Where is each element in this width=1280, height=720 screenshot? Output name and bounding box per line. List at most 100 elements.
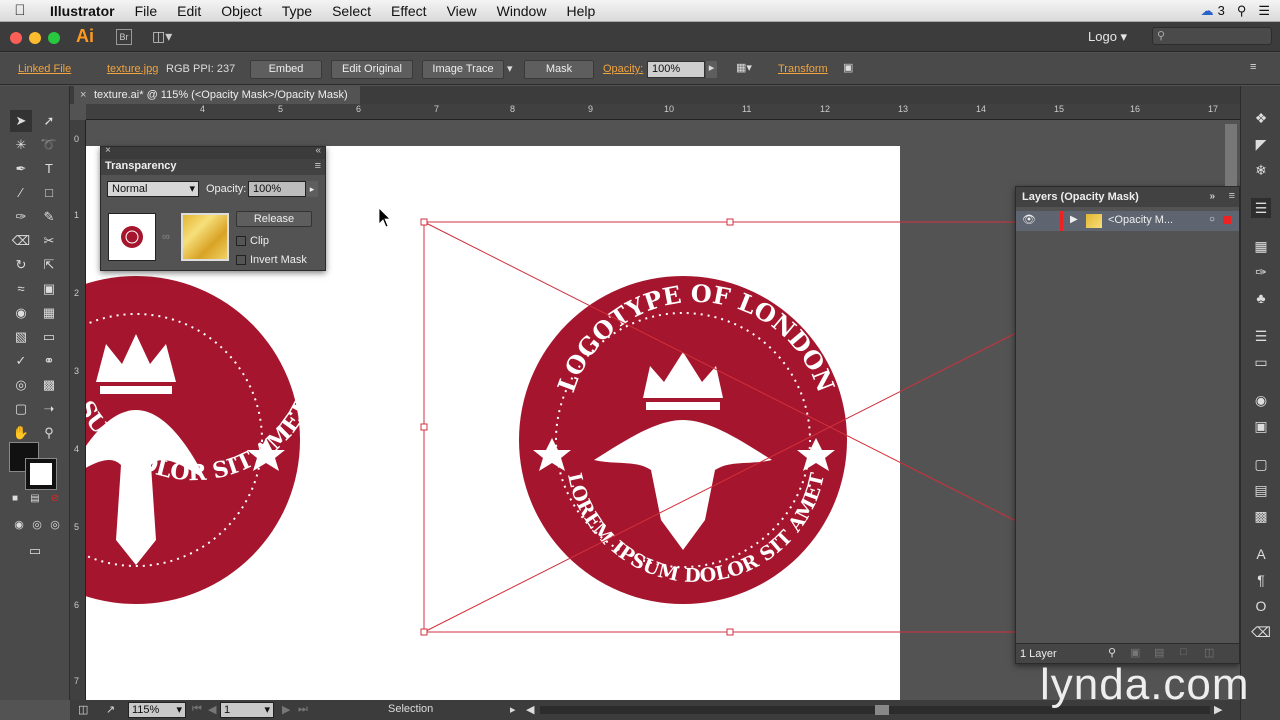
opacity-arrow-icon[interactable]: ▸ (306, 181, 318, 197)
collapse-panel-icon[interactable]: » (1209, 191, 1215, 202)
right-seal[interactable]: LOGOTYPE OF LONDON LOREM IPSUM DOLOR SIT… (519, 276, 847, 604)
menu-window[interactable]: Window (487, 3, 557, 19)
gradient-panel-icon[interactable]: ▭ (1251, 352, 1271, 372)
menu-list-icon[interactable]: ☰ (1258, 3, 1270, 19)
transform-panel-icon[interactable]: ▢ (1251, 454, 1271, 474)
filename-link[interactable]: texture.jpg (107, 63, 158, 75)
target-circle-icon[interactable]: ○ (1209, 214, 1215, 225)
opacity-field[interactable]: 100% (248, 181, 306, 197)
artboards-panel-icon[interactable]: ▦ (1251, 236, 1271, 256)
help-search-input[interactable]: ⚲ (1152, 27, 1272, 45)
close-window-button[interactable] (10, 32, 22, 44)
artwork-thumbnail[interactable] (108, 213, 156, 261)
none-mode-icon[interactable]: ⊘ (44, 488, 66, 510)
glyphs-panel-icon[interactable]: ⌫ (1251, 622, 1271, 642)
pen-tool-icon[interactable]: ✒ (10, 158, 32, 180)
clip-checkbox[interactable] (236, 236, 246, 246)
expand-triangle-icon[interactable]: ▶ (1070, 214, 1078, 225)
rectangle-tool-icon[interactable]: □ (38, 182, 60, 204)
pencil-tool-icon[interactable]: ✎ (38, 206, 60, 228)
minimize-window-button[interactable] (29, 32, 41, 44)
blend-tool-icon[interactable]: ⚭ (38, 350, 60, 372)
menu-effect[interactable]: Effect (381, 3, 437, 19)
close-document-icon[interactable]: × (80, 86, 86, 104)
menu-file[interactable]: File (125, 3, 168, 19)
rotate-tool-icon[interactable]: ↻ (10, 254, 32, 276)
layers-panel-icon[interactable]: ☰ (1251, 198, 1271, 218)
spotlight-search-icon[interactable]: ⚲ (1237, 3, 1247, 19)
pathfinder-panel-icon[interactable]: ▩ (1251, 506, 1271, 526)
layers-panel-header[interactable]: Layers (Opacity Mask) » ≡ (1016, 187, 1239, 207)
document-tab[interactable]: × texture.ai* @ 115% (<Opacity Mask>/Opa… (74, 86, 360, 104)
collapse-panel-icon[interactable]: « (315, 145, 321, 156)
menu-help[interactable]: Help (556, 3, 605, 19)
brushes-panel-icon[interactable]: ✑ (1251, 262, 1271, 282)
workspace-switcher[interactable]: Logo ▾ (1088, 29, 1127, 45)
graphic-styles-icon[interactable]: ▣ (1251, 416, 1271, 436)
delete-layer-icon[interactable]: ◫ (1204, 646, 1214, 659)
creative-cloud-icon[interactable]: ☁ (1201, 3, 1214, 19)
vertical-scroll-thumb[interactable] (1225, 124, 1237, 186)
menu-object[interactable]: Object (211, 3, 271, 19)
horizontal-ruler[interactable]: 4 5 6 7 8 9 10 11 12 13 14 15 16 17 (86, 104, 1240, 120)
menu-select[interactable]: Select (322, 3, 381, 19)
arrange-documents-icon[interactable]: ◫▾ (152, 28, 172, 45)
release-button[interactable]: Release (236, 211, 312, 227)
scale-tool-icon[interactable]: ⇱ (38, 254, 60, 276)
slice-tool-icon[interactable]: ➝ (38, 398, 60, 420)
stroke-color-swatch[interactable] (25, 458, 57, 490)
opacity-link[interactable]: Opacity: (603, 63, 643, 75)
hand-tool-icon[interactable]: ✋ (10, 422, 32, 444)
close-panel-icon[interactable]: × (105, 145, 111, 156)
character-panel-icon[interactable]: A (1251, 544, 1271, 564)
blend-mode-select[interactable]: Normal ▾ (107, 181, 199, 197)
zoom-window-button[interactable] (48, 32, 60, 44)
new-sublayer-icon[interactable]: ▤ (1154, 646, 1164, 659)
previous-artboard-icon[interactable]: ◀ (208, 703, 216, 716)
color-icon[interactable]: ■ (4, 488, 26, 510)
color-guide-icon[interactable]: ❄ (1251, 160, 1271, 180)
artboard-select[interactable]: 1 ▾ (220, 702, 274, 718)
align-panel-icon[interactable]: ▤ (1251, 480, 1271, 500)
eyedropper-tool-icon[interactable]: ✓ (10, 350, 32, 372)
scissors-tool-icon[interactable]: ✂ (38, 230, 60, 252)
layer-row[interactable]: 👁 ▶ <Opacity M... ○ (1016, 211, 1239, 231)
swatches-panel-icon[interactable]: ◤ (1251, 134, 1271, 154)
selection-tool-icon[interactable]: ➤ (10, 110, 32, 132)
control-menu-icon[interactable]: ≡ (1250, 61, 1256, 73)
link-mask-icon[interactable]: ∞ (162, 231, 170, 243)
panel-menu-icon[interactable]: ≡ (1229, 190, 1235, 202)
last-artboard-icon[interactable]: ⏭ (298, 703, 308, 716)
magic-wand-tool-icon[interactable]: ✳ (10, 134, 32, 156)
locate-object-icon[interactable]: ⚲ (1108, 646, 1116, 659)
vertical-ruler[interactable]: 0 1 2 3 4 5 6 7 (70, 120, 86, 700)
edit-original-button[interactable]: Edit Original (331, 60, 413, 79)
bridge-button[interactable]: Br (116, 29, 132, 45)
image-trace-button[interactable]: Image Trace (422, 60, 504, 79)
apple-icon[interactable]:  (0, 2, 40, 19)
panel-menu-icon[interactable]: ≡ (315, 160, 321, 172)
invert-mask-checkbox[interactable] (236, 255, 246, 265)
status-menu-arrow-icon[interactable]: ▸ (510, 703, 516, 716)
gradient-tool-icon[interactable]: ▭ (38, 326, 60, 348)
zoom-tool-icon[interactable]: ⚲ (38, 422, 60, 444)
direct-selection-tool-icon[interactable]: ➚ (38, 110, 60, 132)
image-trace-dropdown-icon[interactable]: ▾ (507, 62, 513, 75)
new-layer-icon[interactable]: □ (1180, 646, 1187, 658)
eraser-tool-icon[interactable]: ⌫ (10, 230, 32, 252)
opacity-arrow-icon[interactable]: ▸ (706, 61, 717, 78)
make-clipping-mask-icon[interactable]: ▣ (1130, 646, 1140, 659)
appearance-panel-icon[interactable]: ◉ (1251, 390, 1271, 410)
horizontal-scroll-thumb[interactable] (875, 705, 889, 715)
layer-label[interactable]: <Opacity M... (1108, 214, 1173, 226)
screen-mode-icon[interactable]: ▭ (24, 540, 46, 562)
first-artboard-icon[interactable]: ⏮ (192, 703, 202, 716)
menu-edit[interactable]: Edit (167, 3, 211, 19)
menu-view[interactable]: View (437, 3, 487, 19)
align-options-icon[interactable]: ▦▾ (736, 61, 752, 74)
paintbrush-tool-icon[interactable]: ✑ (10, 206, 32, 228)
opentype-panel-icon[interactable]: O (1251, 596, 1271, 616)
next-artboard-icon[interactable]: ▶ (282, 703, 290, 716)
embed-button[interactable]: Embed (250, 60, 322, 79)
scroll-left-icon[interactable]: ◀ (526, 703, 534, 716)
